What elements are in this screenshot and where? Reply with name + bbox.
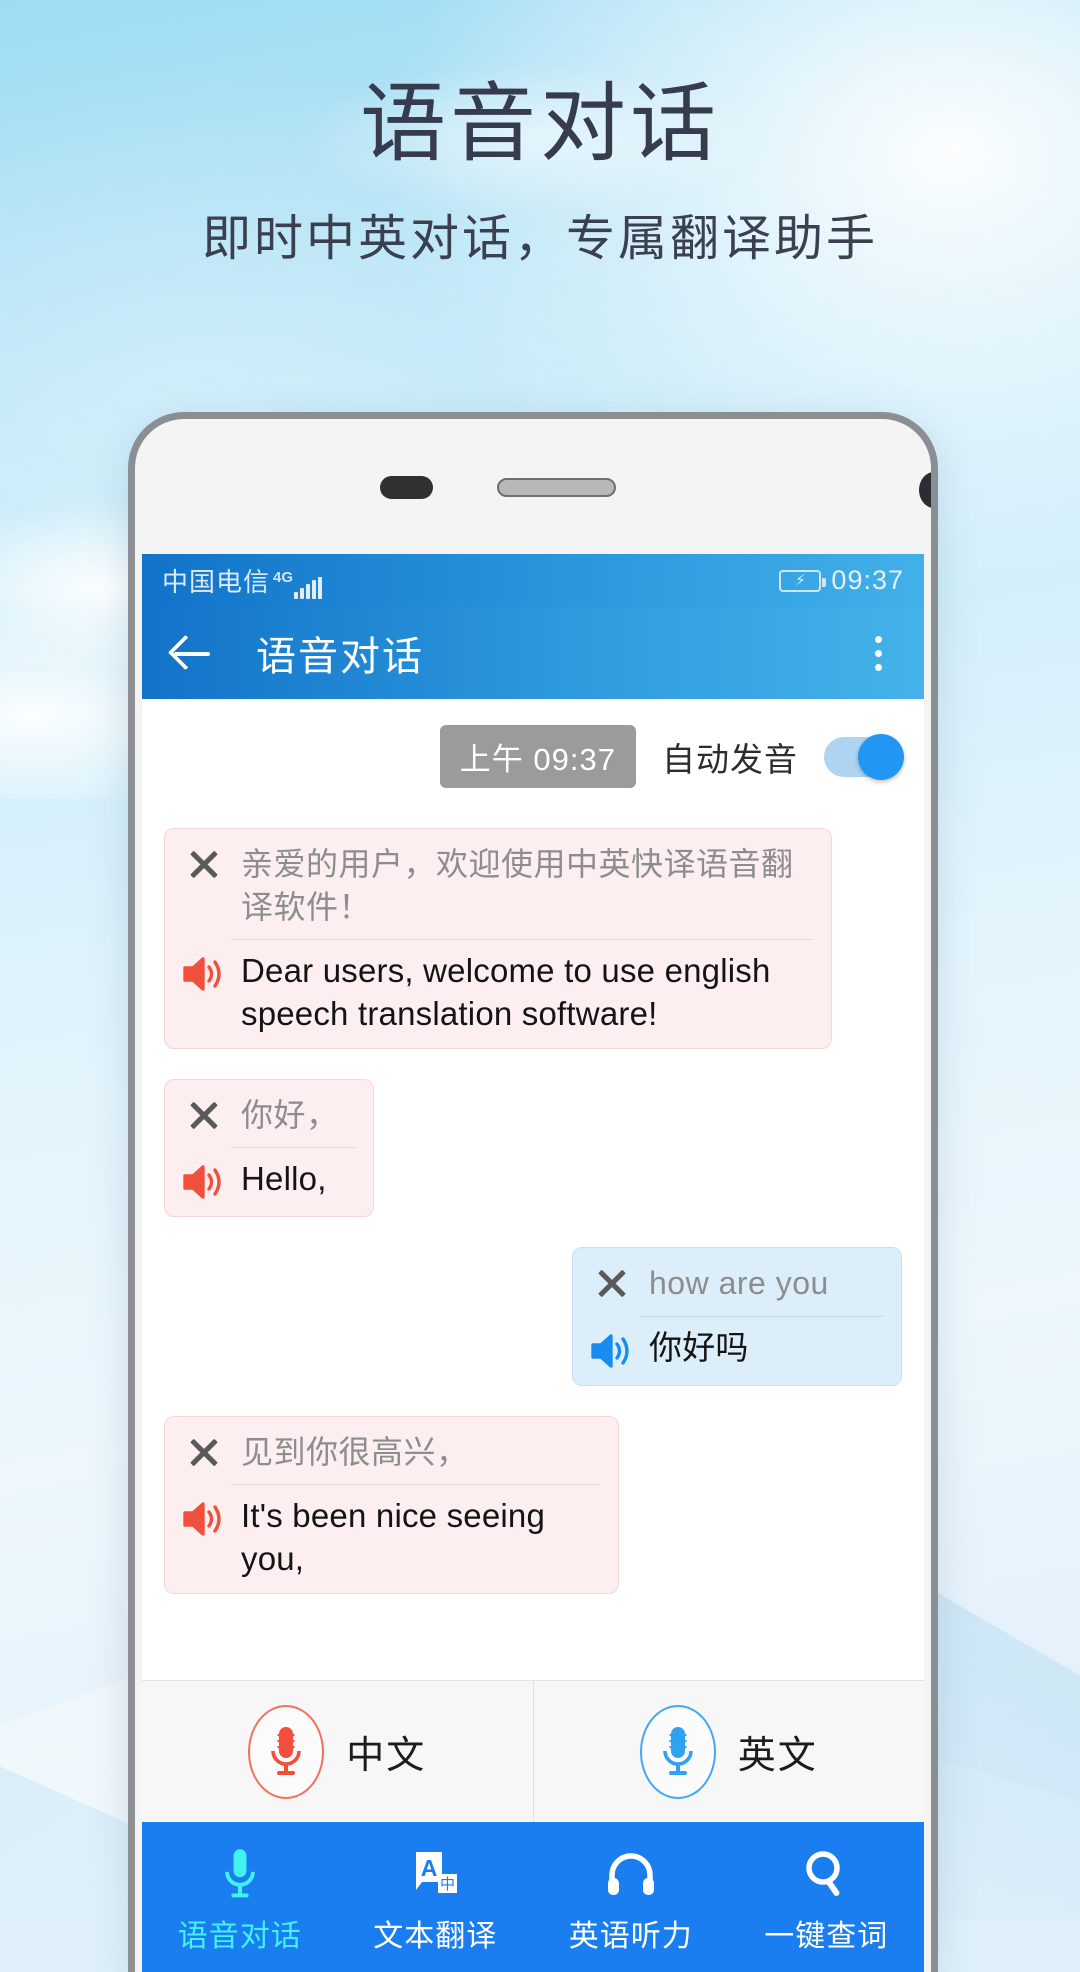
microphone-icon — [219, 1845, 261, 1903]
nav-item-label: 语音对话 — [177, 1920, 302, 1953]
conversation-area: 上午 09:37 自动发音 亲爱的用户，欢迎使用中英快译语音翻译软件！ Dear… — [142, 699, 924, 1680]
page-subtitle: 即时中英对话，专属翻译助手 — [201, 211, 878, 266]
status-bar-right: ⚡ 09:37 — [779, 565, 904, 596]
svg-text:中: 中 — [440, 1876, 455, 1893]
hero-heading-block: 语音对话 即时中英对话，专属翻译助手 — [0, 78, 1080, 270]
headphones-icon — [605, 1845, 657, 1903]
nav-item-label: 一键查词 — [764, 1920, 889, 1953]
menu-dot — [874, 649, 882, 657]
carrier-name: 中国电信 — [162, 567, 271, 597]
message-source-text: 你好， — [241, 1097, 339, 1134]
message-translation-row: It's been nice seeing you, — [165, 1485, 618, 1593]
phone-screen: 中国电信 4G ⚡ 09:37 语音对话 上午 09:37 自动发音 亲爱的用户… — [142, 554, 924, 1972]
close-icon[interactable] — [181, 843, 227, 885]
proximity-sensor-icon — [380, 476, 433, 499]
network-type-label: 4G — [273, 569, 294, 586]
mic-button-chinese[interactable]: 中文 — [142, 1681, 533, 1822]
toolbar-title: 语音对话 — [256, 635, 424, 679]
toggle-knob — [858, 733, 904, 780]
message-bubble[interactable]: 见到你很高兴， It's been nice seeing you, — [164, 1415, 619, 1594]
autoplay-toggle[interactable] — [824, 733, 904, 780]
mic-button-label: 英文 — [737, 1735, 818, 1777]
speaker-icon[interactable] — [589, 1329, 635, 1373]
nav-item-voice-chat[interactable]: 语音对话 — [142, 1822, 338, 1972]
nav-item-quick-lookup[interactable]: 一键查词 — [729, 1822, 925, 1972]
svg-text:A: A — [421, 1855, 438, 1881]
autoplay-label: 自动发音 — [662, 740, 798, 778]
nav-item-text-translate[interactable]: A中 文本翻译 — [338, 1822, 534, 1972]
bottom-navigation: 语音对话 A中 文本翻译 英语听力 一键查词 — [142, 1822, 924, 1972]
message-source-text: 亲爱的用户，欢迎使用中英快译语音翻译软件！ — [241, 846, 794, 926]
timestamp-badge: 上午 09:37 — [439, 725, 636, 788]
mic-button-row: 中文 英文 — [142, 1680, 924, 1822]
close-icon[interactable] — [589, 1262, 635, 1304]
close-icon[interactable] — [181, 1431, 227, 1473]
message-translation-text: Dear users, welcome to use english speec… — [241, 952, 771, 1033]
speaker-icon[interactable] — [181, 1497, 227, 1541]
phone-top-bezel — [135, 419, 931, 554]
message-translation-text: Hello, — [241, 1160, 327, 1198]
message-translation-row: 你好吗 — [573, 1317, 901, 1385]
front-camera-icon — [919, 472, 931, 508]
search-icon — [802, 1845, 850, 1903]
speaker-icon[interactable] — [181, 952, 227, 996]
text-translate-icon: A中 — [410, 1845, 460, 1903]
network-indicator: 4G — [273, 569, 323, 599]
bolt-glyph: ⚡ — [795, 572, 806, 589]
message-source-row: how are you — [573, 1248, 901, 1315]
message-bubble[interactable]: 亲爱的用户，欢迎使用中英快译语音翻译软件！ Dear users, welcom… — [164, 828, 832, 1050]
mic-button-english[interactable]: 英文 — [532, 1681, 925, 1822]
message-translation-row: Dear users, welcome to use english speec… — [165, 940, 831, 1048]
menu-dot — [874, 635, 882, 643]
signal-bars-icon — [294, 577, 323, 599]
message-translation-text: It's been nice seeing you, — [241, 1496, 546, 1577]
app-toolbar: 语音对话 — [142, 607, 924, 699]
nav-item-label: 文本翻译 — [373, 1920, 498, 1953]
microphone-icon — [639, 1704, 716, 1799]
message-bubble[interactable]: 你好， Hello, — [164, 1079, 374, 1218]
speaker-icon[interactable] — [181, 1160, 227, 1204]
battery-charging-icon: ⚡ — [779, 569, 827, 592]
close-icon[interactable] — [181, 1094, 227, 1136]
earpiece-speaker-icon — [497, 478, 616, 497]
microphone-icon — [248, 1704, 325, 1799]
back-arrow-icon[interactable] — [168, 630, 214, 676]
message-bubble[interactable]: how are you 你好吗 — [572, 1247, 902, 1386]
nav-item-english-listening[interactable]: 英语听力 — [533, 1822, 729, 1972]
message-source-row: 亲爱的用户，欢迎使用中英快译语音翻译软件！ — [165, 829, 831, 939]
message-translation-row: Hello, — [165, 1148, 373, 1216]
status-bar-clock: 09:37 — [831, 565, 904, 595]
chat-header-row: 上午 09:37 自动发音 — [164, 699, 904, 798]
overflow-menu-icon[interactable] — [858, 630, 898, 676]
message-source-row: 见到你很高兴， — [165, 1417, 618, 1484]
message-source-text: 见到你很高兴， — [241, 1433, 469, 1470]
menu-dot — [874, 663, 882, 671]
message-source-text: how are you — [649, 1265, 829, 1302]
message-source-row: 你好， — [165, 1080, 373, 1147]
message-translation-text: 你好吗 — [649, 1328, 749, 1366]
phone-mockup: 中国电信 4G ⚡ 09:37 语音对话 上午 09:37 自动发音 亲爱的用户… — [128, 412, 938, 1972]
status-bar: 中国电信 4G ⚡ 09:37 — [142, 554, 924, 607]
page-title: 语音对话 — [360, 76, 720, 172]
status-bar-left: 中国电信 4G — [162, 562, 323, 599]
nav-item-label: 英语听力 — [568, 1920, 693, 1953]
mic-button-label: 中文 — [346, 1735, 427, 1777]
